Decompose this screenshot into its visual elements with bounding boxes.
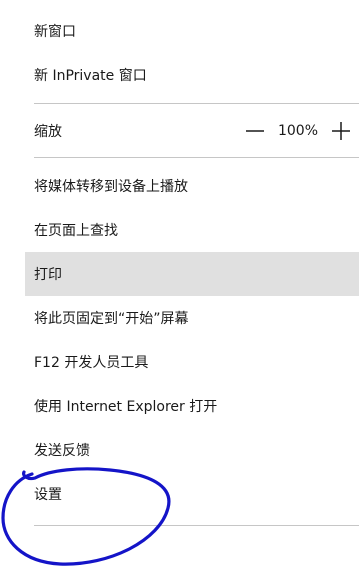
- zoom-in-button[interactable]: [323, 109, 359, 153]
- menu-divider: [34, 157, 359, 158]
- menu-item-label: 使用 Internet Explorer 打开: [34, 399, 218, 415]
- zoom-out-button[interactable]: [237, 109, 273, 153]
- menu-item-dev-tools[interactable]: F12 开发人员工具: [25, 340, 359, 384]
- menu-item-label: 发送反馈: [34, 443, 90, 459]
- minus-icon: [246, 130, 264, 132]
- menu-item-label: 设置: [34, 487, 62, 503]
- menu-item-label: 在页面上查找: [34, 223, 118, 239]
- menu-divider: [34, 103, 359, 104]
- menu-item-label: 新 InPrivate 窗口: [34, 68, 147, 84]
- zoom-controls: 100%: [237, 109, 359, 153]
- menu-item-new-window[interactable]: 新窗口: [25, 9, 359, 53]
- menu-item-find-on-page[interactable]: 在页面上查找: [25, 208, 359, 252]
- menu-item-label: F12 开发人员工具: [34, 355, 149, 371]
- menu-item-pin-to-start[interactable]: 将此页固定到“开始”屏幕: [25, 296, 359, 340]
- plus-icon: [332, 122, 350, 140]
- menu-item-new-inprivate-window[interactable]: 新 InPrivate 窗口: [25, 53, 359, 97]
- menu-item-print[interactable]: 打印: [25, 252, 359, 296]
- menu-item-cast-media[interactable]: 将媒体转移到设备上播放: [25, 164, 359, 208]
- menu-item-open-with-ie[interactable]: 使用 Internet Explorer 打开: [25, 384, 359, 428]
- menu-item-label: 将此页固定到“开始”屏幕: [34, 311, 189, 327]
- menu-item-send-feedback[interactable]: 发送反馈: [25, 428, 359, 472]
- menu-item-settings[interactable]: 设置: [25, 472, 359, 516]
- zoom-row: 缩放 100%: [25, 109, 359, 153]
- browser-menu-screenshot: 新窗口 新 InPrivate 窗口 缩放 100% 将媒体转移到设备上播放 在…: [0, 0, 359, 567]
- menu-item-label: 新窗口: [34, 24, 76, 40]
- menu-item-label: 打印: [34, 267, 62, 283]
- zoom-level: 100%: [277, 123, 319, 139]
- menu-item-label: 将媒体转移到设备上播放: [34, 179, 188, 195]
- menu-divider: [34, 525, 359, 526]
- more-actions-menu: 新窗口 新 InPrivate 窗口 缩放 100% 将媒体转移到设备上播放 在…: [25, 0, 359, 528]
